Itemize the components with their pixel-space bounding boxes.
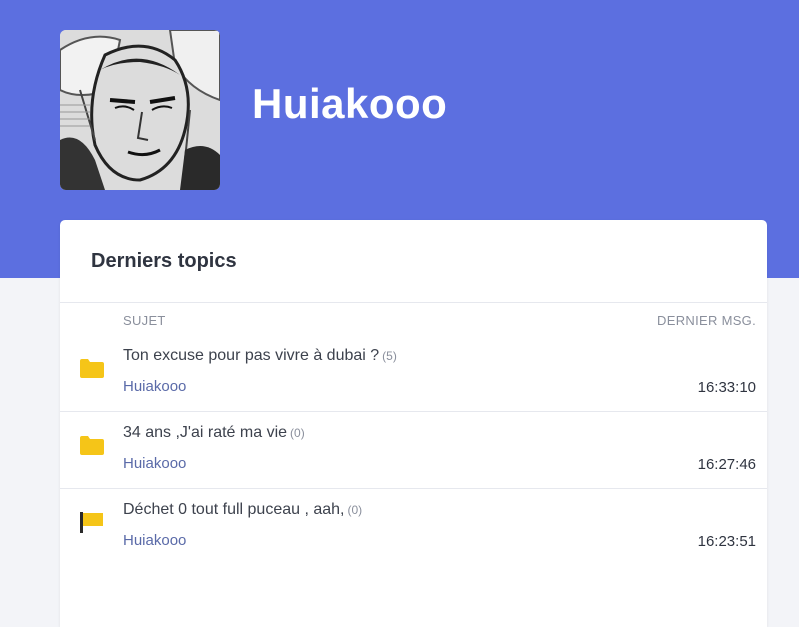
latest-topics-card: Derniers topics SUJET DERNIER MSG. Ton e…	[60, 220, 767, 627]
folder-icon	[80, 359, 104, 378]
avatar-image	[60, 30, 220, 190]
reply-count: (0)	[290, 426, 305, 440]
reply-count: (5)	[382, 349, 397, 363]
topic-author[interactable]: Huiakooo	[123, 378, 186, 395]
flag-icon	[80, 512, 103, 533]
profile-username: Huiakooo	[252, 80, 448, 127]
topic-title-text[interactable]: Ton excuse pour pas vivre à dubai ?	[123, 347, 379, 364]
last-message-time: 16:27:46	[697, 456, 756, 473]
folder-icon	[80, 436, 104, 455]
column-header-subject: SUJET	[123, 313, 166, 328]
topic-author[interactable]: Huiakooo	[123, 532, 186, 549]
avatar[interactable]	[60, 30, 220, 190]
column-header-last-message: DERNIER MSG.	[657, 313, 756, 328]
topic-title[interactable]: 34 ans ,J'ai raté ma vie (0)	[123, 424, 305, 442]
reply-count: (0)	[347, 503, 363, 517]
topic-row[interactable]: 34 ans ,J'ai raté ma vie (0) Huiakooo 16:…	[60, 412, 767, 489]
divider	[60, 302, 767, 303]
topic-row[interactable]: Déchet 0 tout full puceau , aah, (0) Huia…	[60, 489, 767, 566]
topic-title[interactable]: Ton excuse pour pas vivre à dubai ? (5)	[123, 347, 397, 365]
card-title: Derniers topics	[91, 250, 237, 272]
topic-title[interactable]: Déchet 0 tout full puceau , aah, (0)	[123, 501, 362, 519]
topic-author[interactable]: Huiakooo	[123, 455, 186, 472]
last-message-time: 16:33:10	[697, 379, 756, 396]
topic-title-text[interactable]: 34 ans ,J'ai raté ma vie	[123, 424, 287, 441]
topic-row[interactable]: Ton excuse pour pas vivre à dubai ? (5) H…	[60, 335, 767, 412]
last-message-time: 16:23:51	[697, 533, 756, 550]
topic-title-text[interactable]: Déchet 0 tout full puceau , aah,	[123, 501, 344, 518]
